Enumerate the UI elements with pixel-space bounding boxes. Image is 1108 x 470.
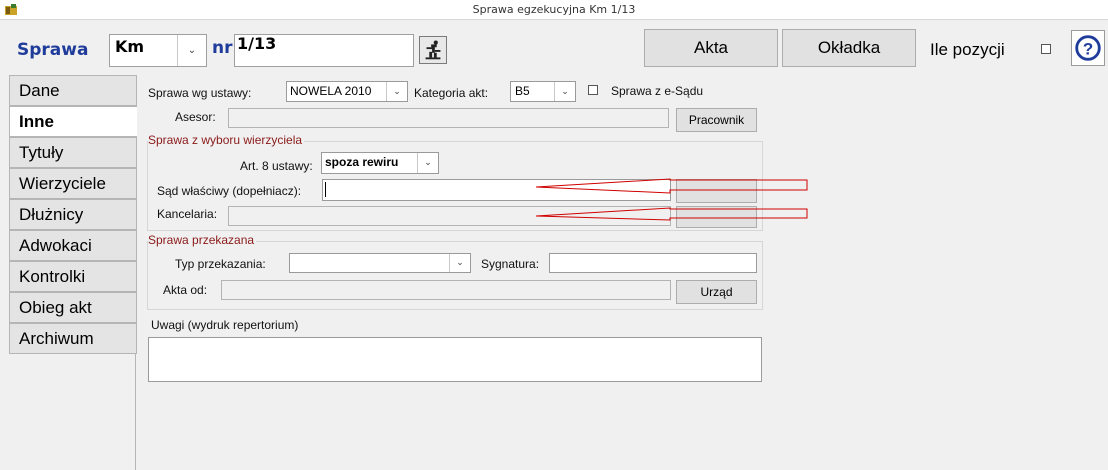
przekazana-group-label: Sprawa przekazana: [148, 233, 257, 247]
runner-icon[interactable]: [419, 36, 447, 64]
tab-dane[interactable]: Dane: [9, 75, 137, 106]
tab-archiwum[interactable]: Archiwum: [9, 323, 137, 354]
wybor-wierzyciela-group-label: Sprawa z wyboru wierzyciela: [148, 133, 305, 147]
chevron-down-icon[interactable]: ⌄: [386, 82, 407, 101]
chevron-down-icon[interactable]: ⌄: [417, 153, 438, 173]
kategoria-akt-label: Kategoria akt:: [414, 86, 489, 100]
sprawa-label: Sprawa: [17, 40, 89, 60]
chevron-down-icon[interactable]: ⌄: [449, 254, 470, 272]
tab-tytuly[interactable]: Tytuły: [9, 137, 137, 168]
tab-adwokaci[interactable]: Adwokaci: [9, 230, 137, 261]
sprawa-wg-ustawy-value: NOWELA 2010: [290, 84, 372, 98]
typ-przekazania-label: Typ przekazania:: [175, 257, 266, 271]
help-icon[interactable]: ?: [1071, 30, 1105, 66]
akta-od-label: Akta od:: [163, 283, 208, 297]
sygnatura-input[interactable]: [549, 253, 757, 273]
kancelaria-label: Kancelaria:: [157, 207, 218, 221]
sygnatura-label: Sygnatura:: [481, 257, 540, 271]
text-cursor: [325, 182, 326, 197]
urzad-button[interactable]: Urząd: [676, 280, 757, 304]
chevron-down-icon[interactable]: ⌄: [554, 82, 575, 101]
sprawa-wg-ustawy-label: Sprawa wg ustawy:: [148, 86, 252, 100]
tab-obieg-akt[interactable]: Obieg akt: [9, 292, 137, 323]
tab-inne[interactable]: Inne: [9, 106, 138, 137]
ile-pozycji-label: Ile pozycji: [930, 40, 1005, 59]
svg-text:?: ?: [1083, 40, 1093, 59]
tab-dluznicy[interactable]: Dłużnicy: [9, 199, 137, 230]
art8-value: spoza rewiru: [325, 155, 399, 169]
ile-pozycji-checkbox[interactable]: [1041, 44, 1051, 54]
tab-wierzyciele[interactable]: Wierzyciele: [9, 168, 137, 199]
tab-kontrolki[interactable]: Kontrolki: [9, 261, 137, 292]
pracownik-button[interactable]: Pracownik: [676, 108, 757, 132]
sad-wlasciwy-label: Sąd właściwy (dopełniacz):: [157, 184, 302, 198]
uwagi-label: Uwagi (wydruk repertorium): [151, 318, 299, 332]
asesor-field: [228, 108, 669, 128]
e-sad-checkbox[interactable]: [588, 85, 598, 95]
nr-value: 1/13: [237, 34, 277, 53]
chevron-down-icon[interactable]: ⌄: [177, 35, 206, 66]
repertorium-value: Km: [115, 37, 145, 56]
akta-button[interactable]: Akta: [644, 29, 778, 67]
e-sad-label: Sprawa z e-Sądu: [611, 84, 704, 98]
art8-label: Art. 8 ustawy:: [240, 159, 313, 173]
annotation-arrows: [535, 178, 808, 221]
nr-label: nr: [212, 38, 233, 58]
asesor-label: Asesor:: [175, 110, 216, 124]
typ-przekazania-combobox[interactable]: [289, 253, 471, 273]
window-title: Sprawa egzekucyjna Km 1/13: [472, 3, 636, 16]
kategoria-akt-value: B5: [515, 84, 530, 98]
okladka-button[interactable]: Okładka: [782, 29, 916, 67]
akta-od-field: [221, 280, 671, 300]
uwagi-textarea[interactable]: [148, 337, 762, 382]
